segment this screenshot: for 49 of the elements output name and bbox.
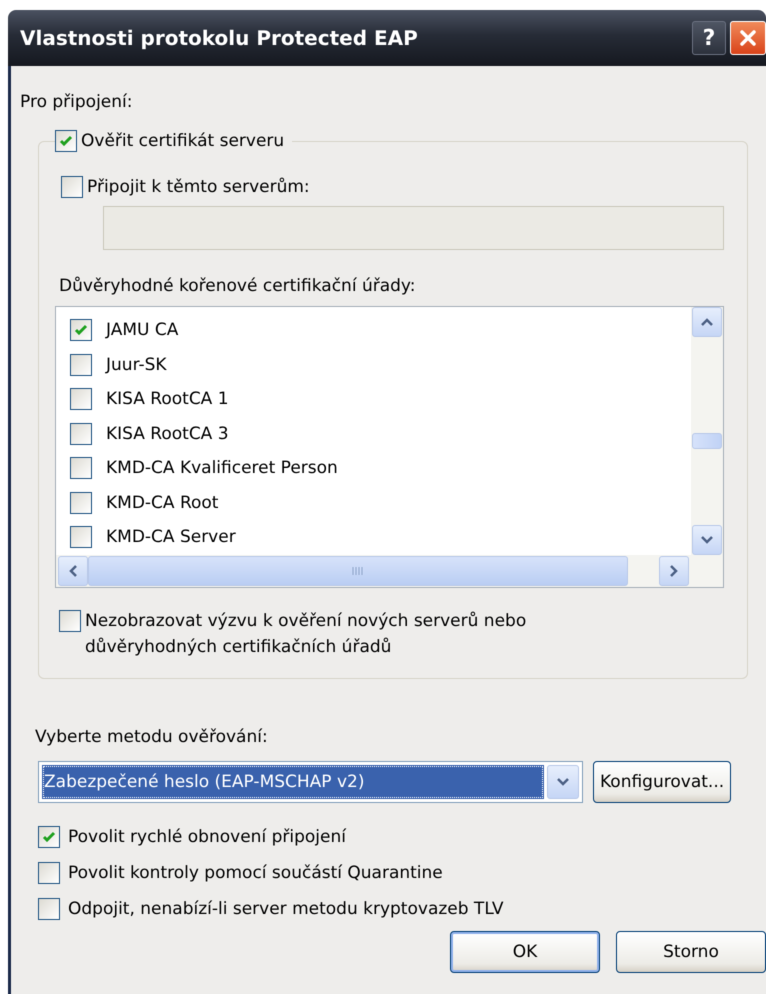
checkbox[interactable] <box>59 610 81 632</box>
checkbox[interactable] <box>38 826 60 848</box>
scroll-left-button[interactable] <box>58 556 88 586</box>
list-item[interactable]: Juur-SK <box>106 354 167 375</box>
scrollbar-thumb[interactable] <box>692 433 722 449</box>
checkbox-label[interactable]: Povolit kontroly pomocí součástí Quarantine <box>68 863 443 883</box>
vertical-scrollbar[interactable] <box>691 307 723 555</box>
list-item[interactable]: KMD-CA Kvalificeret Person <box>106 458 338 478</box>
section-label: Pro připojení: <box>20 92 132 112</box>
checkbox[interactable] <box>70 492 92 514</box>
checkbox[interactable] <box>70 457 92 480</box>
window-title: Vlastnosti protokolu Protected EAP <box>20 26 419 50</box>
close-button[interactable] <box>730 21 766 55</box>
checkbox[interactable] <box>55 130 77 152</box>
scrollbar-thumb[interactable] <box>88 556 628 586</box>
checkbox[interactable] <box>70 526 92 548</box>
list-item[interactable]: KMD-CA Server <box>106 527 236 548</box>
dialog-button[interactable]: Storno <box>616 931 766 973</box>
dialog-button[interactable]: OK <box>450 931 600 973</box>
scroll-down-button[interactable] <box>692 525 722 555</box>
checkbox-label[interactable]: Připojit k těmto serverům: <box>87 177 310 197</box>
help-button[interactable]: ? <box>692 21 726 55</box>
list-label: Důvěryhodné kořenové certifikační úřady: <box>59 276 416 296</box>
list-item[interactable]: KMD-CA Root <box>106 492 218 513</box>
check-icon <box>41 829 57 845</box>
horizontal-scrollbar[interactable] <box>56 555 723 587</box>
scroll-right-button[interactable] <box>659 556 689 586</box>
dropdown-button[interactable] <box>547 765 579 799</box>
list-item[interactable]: KISA RootCA 1 <box>106 389 229 410</box>
checkbox[interactable] <box>38 862 60 884</box>
scroll-up-button[interactable] <box>692 307 722 337</box>
checkbox[interactable] <box>70 422 92 445</box>
checkbox-label[interactable]: Ověřit certifikát serveru <box>81 131 284 151</box>
method-dropdown[interactable]: Zabezpečené heslo (EAP-MSCHAP v2) <box>38 761 583 803</box>
list-item[interactable]: JAMU CA <box>106 320 178 340</box>
checkbox[interactable] <box>38 898 60 920</box>
list-item[interactable]: KISA RootCA 3 <box>106 424 229 444</box>
checkbox-label[interactable]: Povolit rychlé obnovení připojení <box>68 827 346 847</box>
check-icon <box>58 133 74 149</box>
checkbox-label[interactable]: Odpojit, nenabízí-li server metodu kryptovazeb TLV <box>68 899 504 919</box>
checkbox[interactable] <box>70 319 92 342</box>
checkbox[interactable] <box>70 388 92 410</box>
method-label: Vyberte metodu ověřování: <box>35 727 268 747</box>
checkbox-label[interactable]: Nezobrazovat výzvu k ověření nových serverů nebo důvěryhodných certifikačních úřadů <box>85 608 645 660</box>
grip-icon <box>352 566 364 576</box>
checkbox[interactable] <box>61 176 83 198</box>
checkbox[interactable] <box>70 354 92 376</box>
configure-button[interactable]: Konfigurovat... <box>593 761 732 803</box>
close-icon <box>739 29 757 47</box>
